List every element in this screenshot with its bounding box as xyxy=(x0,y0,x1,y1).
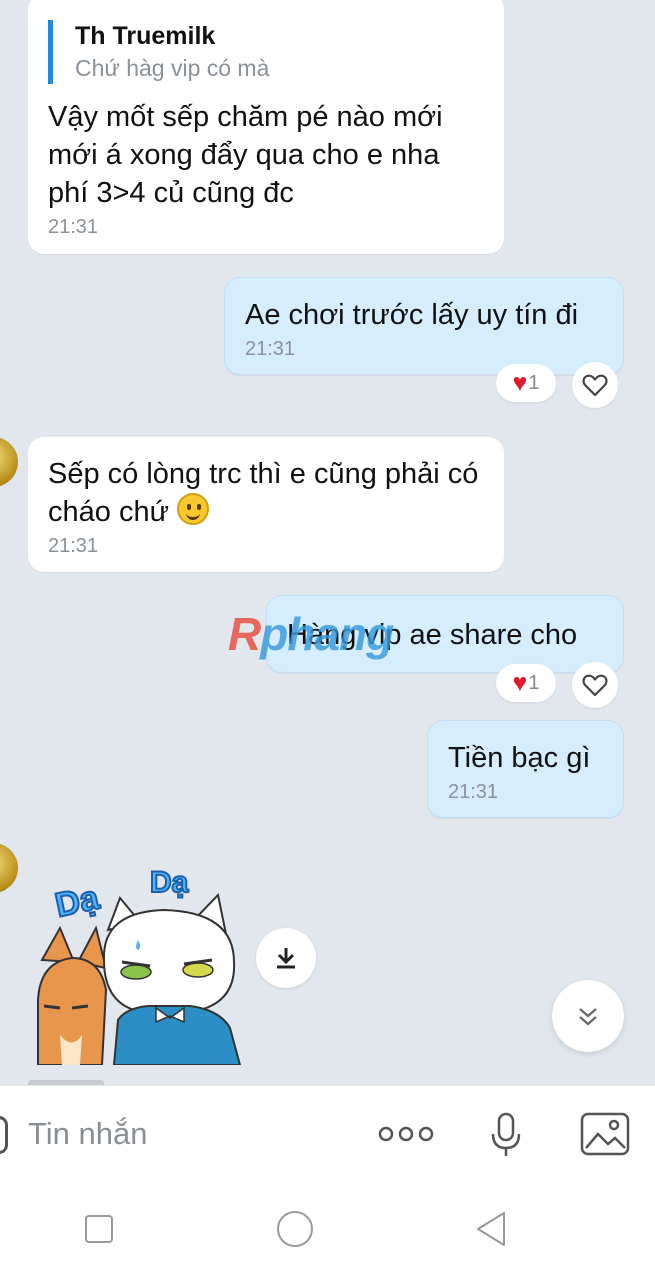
sticker-text-right: Dạ xyxy=(150,866,189,899)
back-nav-icon[interactable] xyxy=(474,1210,508,1248)
message-text: Ae chơi trước lấy uy tín đi xyxy=(245,299,579,331)
system-navigation-bar xyxy=(0,1182,655,1276)
avatar[interactable] xyxy=(0,437,18,487)
microphone-icon[interactable] xyxy=(490,1112,522,1158)
sticker-text-left: Dạ xyxy=(52,878,103,924)
outgoing-message-bubble[interactable]: Tiền bạc gì 21:31 xyxy=(427,720,624,818)
message-time: 21:31 xyxy=(245,338,296,360)
quoted-text: Chứ hàg vip có mà xyxy=(75,55,270,81)
reaction-badge[interactable]: ♥ 1 xyxy=(496,364,556,402)
image-icon[interactable] xyxy=(580,1112,630,1156)
outgoing-message-bubble[interactable]: Ae chơi trước lấy uy tín đi 21:31 xyxy=(224,277,624,375)
like-button[interactable] xyxy=(572,362,618,408)
heart-outline-icon xyxy=(582,374,608,397)
quoted-message[interactable]: Th Truemilk Chứ hàg vip có mà xyxy=(48,20,484,84)
message-text: Vậy mốt sếp chăm pé nào mới mới á xong đ… xyxy=(48,101,443,209)
reaction-count: 1 xyxy=(528,371,540,394)
heart-filled-icon: ♥ xyxy=(512,668,528,697)
more-icon[interactable] xyxy=(378,1124,434,1144)
message-time: 21:31 xyxy=(48,216,99,238)
emoji-button-edge[interactable] xyxy=(0,1116,8,1154)
square-nav-icon[interactable] xyxy=(84,1214,114,1244)
outgoing-message-bubble[interactable]: Hàng vip ae share cho xyxy=(266,595,624,673)
reaction-badge[interactable]: ♥ 1 xyxy=(496,664,556,702)
circle-nav-icon[interactable] xyxy=(276,1210,314,1248)
like-button[interactable] xyxy=(572,662,618,708)
smile-emoji-icon xyxy=(177,493,210,525)
message-text: Sếp có lòng trc thì e cũng phải có cháo … xyxy=(48,458,479,528)
reaction-count: 1 xyxy=(528,671,540,694)
message-time: 21:31 xyxy=(448,781,499,803)
heart-outline-icon xyxy=(582,674,608,697)
message-input[interactable]: Tin nhắn xyxy=(28,1116,148,1152)
heart-filled-icon: ♥ xyxy=(512,368,528,397)
sticker-image[interactable]: Dạ Dạ xyxy=(30,850,250,1065)
message-text: Hàng vip ae share cho xyxy=(287,619,578,651)
download-button[interactable] xyxy=(256,928,316,988)
message-composer: Tin nhắn xyxy=(0,1085,655,1182)
scroll-to-bottom-button[interactable] xyxy=(552,980,624,1052)
quoted-author: Th Truemilk xyxy=(75,22,216,50)
message-time: 21:31 xyxy=(48,535,99,557)
chevron-double-down-icon xyxy=(579,1008,597,1026)
chat-area[interactable]: Th Truemilk Chứ hàg vip có mà Vậy mốt sế… xyxy=(0,0,655,1085)
message-text: Tiền bạc gì xyxy=(448,742,591,774)
download-icon xyxy=(277,948,295,969)
avatar[interactable] xyxy=(0,843,18,893)
incoming-message-bubble[interactable]: Sếp có lòng trc thì e cũng phải có cháo … xyxy=(28,437,504,572)
incoming-message-bubble[interactable]: Th Truemilk Chứ hàg vip có mà Vậy mốt sế… xyxy=(28,0,504,254)
